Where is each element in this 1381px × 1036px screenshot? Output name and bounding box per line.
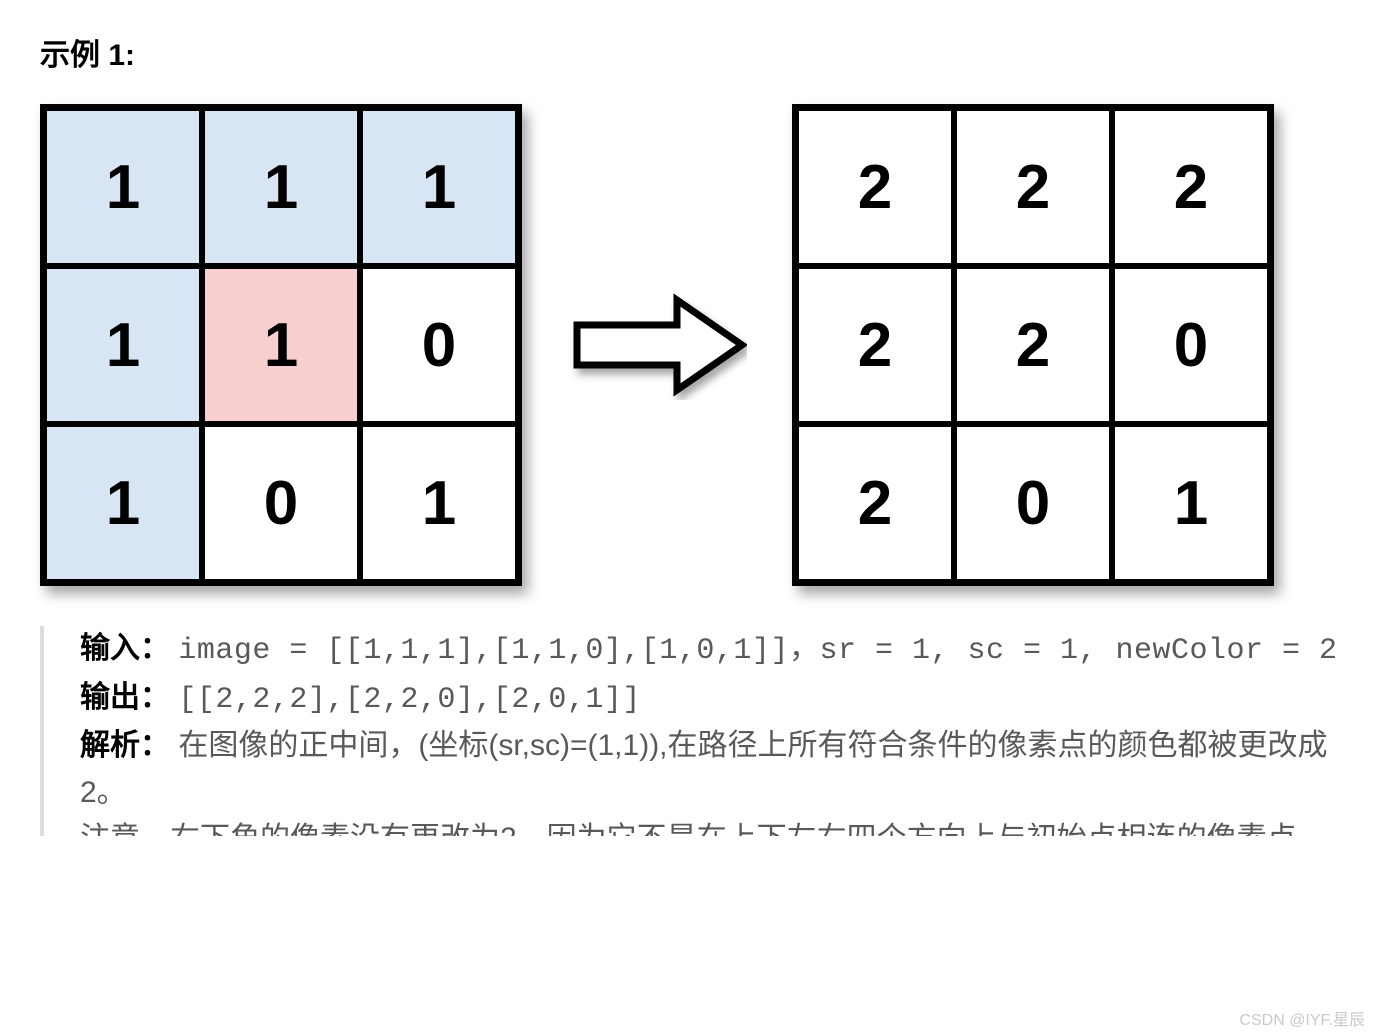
diagram-row: 1 1 1 1 1 0 1 0 1 2 2 2 2 2 0 2 0 1 — [40, 104, 1341, 586]
analysis-label: 解析： — [80, 729, 170, 762]
input-label: 输入： — [80, 632, 170, 665]
explanation-block: 输入： image = [[1,1,1],[1,1,0],[1,0,1]]，sr… — [40, 626, 1341, 836]
grid-cell: 2 — [796, 266, 954, 424]
grid-cell: 2 — [796, 108, 954, 266]
analysis-line-1: 解析： 在图像的正中间，(坐标(sr,sc)=(1,1)),在路径上所有符合条件… — [80, 723, 1341, 816]
output-line: 输出： [[2,2,2],[2,2,0],[2,0,1]] — [80, 675, 1341, 724]
grid-cell: 2 — [796, 424, 954, 582]
right-grid: 2 2 2 2 2 0 2 0 1 — [792, 104, 1274, 586]
grid-cell: 1 — [360, 108, 518, 266]
grid-cell: 1 — [202, 266, 360, 424]
analysis-text-1: 在图像的正中间，(坐标(sr,sc)=(1,1)),在路径上所有符合条件的像素点… — [80, 729, 1328, 809]
analysis-line-2: 注意，右下角的像素没有更改为2，因为它不是在上下左右四个方向上与初始点相连的像素… — [80, 816, 1341, 836]
grid-cell: 0 — [954, 424, 1112, 582]
grid-cell: 2 — [954, 266, 1112, 424]
watermark: CSDN @IYF.星辰 — [1239, 1006, 1365, 1030]
analysis-text-2: 注意，右下角的像素没有更改为2，因为它不是在上下左右四个方向上与初始点相连的像素… — [80, 822, 1327, 836]
output-label: 输出： — [80, 681, 170, 714]
output-value: [[2,2,2],[2,2,0],[2,0,1]] — [178, 683, 641, 717]
grid-cell: 0 — [1112, 266, 1270, 424]
grid-cell: 2 — [1112, 108, 1270, 266]
left-grid: 1 1 1 1 1 0 1 0 1 — [40, 104, 522, 586]
grid-cell: 0 — [202, 424, 360, 582]
grid-cell: 1 — [202, 108, 360, 266]
grid-cell: 1 — [44, 108, 202, 266]
grid-cell: 1 — [44, 266, 202, 424]
grid-cell: 1 — [360, 424, 518, 582]
grid-cell: 0 — [360, 266, 518, 424]
input-line: 输入： image = [[1,1,1],[1,1,0],[1,0,1]]，sr… — [80, 626, 1341, 675]
example-heading: 示例 1: — [40, 30, 1341, 74]
input-value: image = [[1,1,1],[1,1,0],[1,0,1]]，sr = 1… — [178, 634, 1337, 668]
arrow-icon — [562, 290, 752, 400]
grid-cell: 1 — [44, 424, 202, 582]
grid-cell: 2 — [954, 108, 1112, 266]
grid-cell: 1 — [1112, 424, 1270, 582]
